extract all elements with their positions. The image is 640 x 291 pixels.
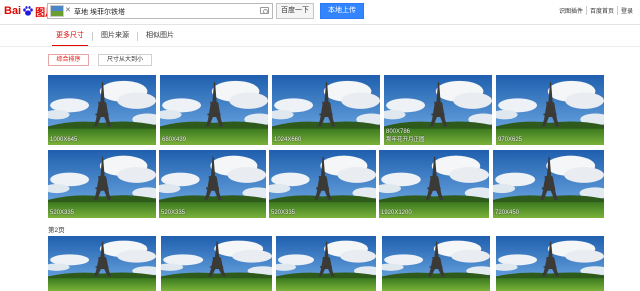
image-result[interactable]: [496, 236, 604, 291]
result-tabs: 更多尺寸 图片来源 相似图片: [48, 25, 182, 47]
eiffel-tower-image: [269, 150, 376, 218]
sort-size-desc-button[interactable]: 尺寸从大到小: [98, 54, 152, 66]
image-result[interactable]: 520X335: [159, 150, 266, 218]
image-result[interactable]: 520X335: [269, 150, 376, 218]
top-links: 识图插件 百度首页 登录: [556, 6, 636, 15]
eiffel-tower-image: [48, 150, 156, 218]
image-result[interactable]: 970X625: [496, 75, 604, 145]
eiffel-tower-image: [496, 75, 604, 145]
eiffel-tower-image: [160, 75, 268, 145]
link-login[interactable]: 登录: [616, 6, 636, 15]
tab-more-sizes[interactable]: 更多尺寸: [48, 25, 92, 47]
search-query-text: 草地 埃菲尔铁塔: [74, 9, 125, 16]
image-result[interactable]: 520X335: [48, 150, 156, 218]
image-size-label: 1920X1200: [381, 210, 412, 216]
camera-icon[interactable]: [260, 7, 269, 14]
image-size-label: 520X335: [271, 210, 296, 216]
image-size-label: 520X335: [50, 210, 75, 216]
image-result[interactable]: 1000X645: [48, 75, 156, 145]
search-input[interactable]: ✕ 草地 埃菲尔铁塔: [47, 3, 273, 19]
image-result[interactable]: 720X450: [493, 150, 604, 218]
image-size-label: 1024X660: [274, 137, 302, 143]
eiffel-tower-image: [382, 236, 490, 291]
baidu-paw-icon: [23, 6, 33, 16]
eiffel-tower-image: [276, 236, 376, 291]
query-image-thumbnail: [50, 5, 64, 17]
image-size-label: 970X625: [498, 137, 523, 143]
image-result[interactable]: [382, 236, 490, 291]
eiffel-tower-image: [493, 150, 604, 218]
sort-default-button[interactable]: 综合排序: [48, 54, 89, 66]
logo-text-bai: Bai: [4, 5, 22, 17]
eiffel-tower-image: [48, 75, 156, 145]
page-number-label: 第2页: [48, 227, 65, 234]
image-size-label: 520X335: [161, 210, 186, 216]
close-icon[interactable]: ✕: [65, 6, 71, 14]
image-result[interactable]: 1920X1200: [379, 150, 489, 218]
eiffel-tower-image: [161, 236, 272, 291]
image-result[interactable]: [48, 236, 156, 291]
tab-similar-images[interactable]: 相似图片: [138, 25, 182, 47]
link-baidu-home[interactable]: 百度首页: [585, 6, 617, 15]
upload-button[interactable]: 本地上传: [320, 3, 364, 19]
header: Bai 图片 ✕ 草地 埃菲尔铁塔 百度一下 本地上传 识图插件 百度首页 登录: [0, 0, 640, 24]
link-shitu-plugin[interactable]: 识图插件: [556, 6, 586, 15]
tabs-divider: [0, 46, 640, 47]
image-size-label: 1000X645: [50, 137, 78, 143]
eiffel-tower-image: [379, 150, 489, 218]
image-caption: 那年花开月正圆: [386, 137, 425, 143]
image-size-label: 720X450: [495, 210, 520, 216]
image-result[interactable]: 1024X660: [272, 75, 380, 145]
image-result[interactable]: [161, 236, 272, 291]
eiffel-tower-image: [48, 236, 156, 291]
image-size-label: 680X439: [162, 137, 187, 143]
tab-image-source[interactable]: 图片来源: [93, 25, 137, 47]
eiffel-tower-image: [159, 150, 266, 218]
eiffel-tower-image: [272, 75, 380, 145]
image-result[interactable]: 800X786 那年花开月正圆: [384, 75, 492, 145]
search-button[interactable]: 百度一下: [276, 3, 314, 19]
image-result[interactable]: 680X439: [160, 75, 268, 145]
image-result[interactable]: [276, 236, 376, 291]
eiffel-tower-image: [496, 236, 604, 291]
